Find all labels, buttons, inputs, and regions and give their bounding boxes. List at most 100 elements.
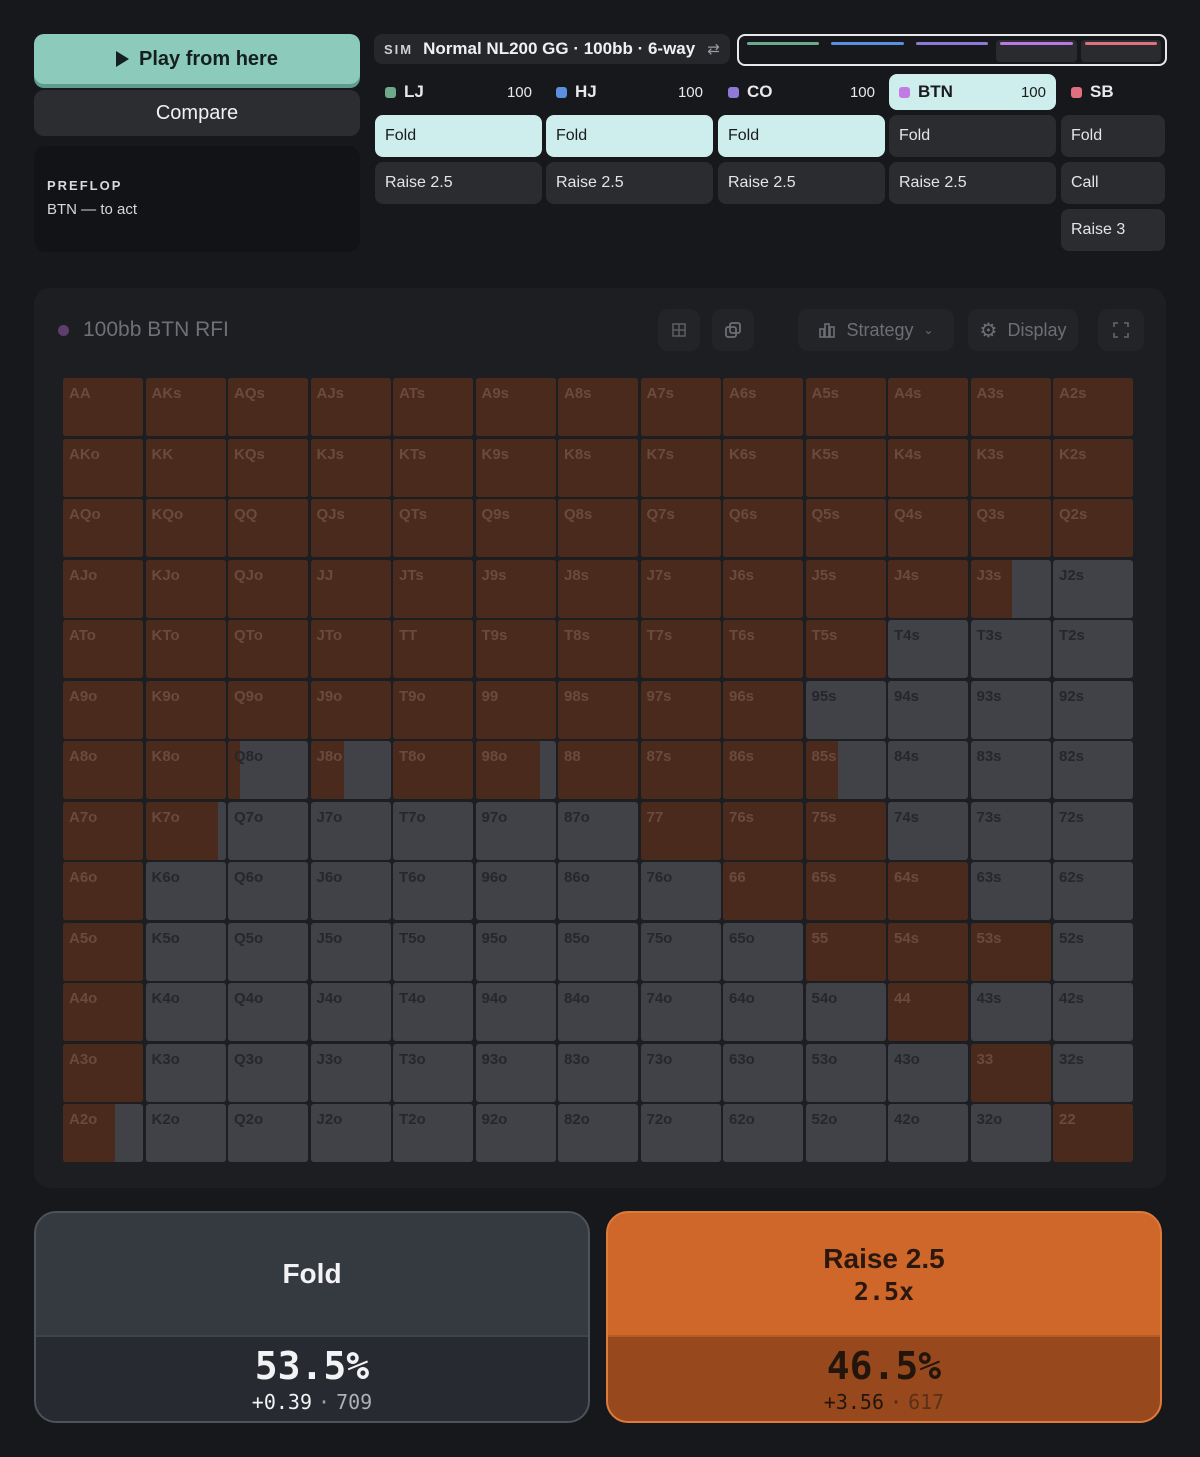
hand-cell[interactable]: T2o — [393, 1104, 473, 1162]
hand-cell[interactable]: JTo — [310, 620, 391, 678]
hand-cell[interactable]: 54s — [888, 922, 968, 981]
hand-cell[interactable]: 92o — [475, 1104, 556, 1162]
action-raise-2-5[interactable]: Raise 2.5 — [546, 162, 713, 204]
hand-cell[interactable]: JJ — [310, 559, 391, 618]
hand-cell[interactable]: AJo — [63, 559, 143, 618]
hand-cell[interactable]: A8s — [558, 378, 638, 436]
hand-cell[interactable]: 76s — [723, 801, 803, 860]
hand-cell[interactable]: T3o — [393, 1043, 473, 1102]
play-from-here-button[interactable]: Play from here — [34, 34, 360, 84]
hand-cell[interactable]: 74o — [640, 983, 721, 1041]
hand-cell[interactable]: K7o — [145, 801, 226, 860]
hand-cell[interactable]: K2o — [145, 1104, 226, 1162]
hand-cell[interactable]: A4o — [63, 983, 143, 1041]
hand-cell[interactable]: Q6s — [723, 499, 803, 557]
hand-cell[interactable]: 87o — [558, 801, 638, 860]
hand-cell[interactable]: T2s — [1053, 620, 1133, 678]
hand-cell[interactable]: Q5s — [805, 499, 886, 557]
hand-cell[interactable]: Q4s — [888, 499, 968, 557]
hand-cell[interactable]: KK — [145, 438, 226, 497]
hand-cell[interactable]: 94o — [475, 983, 556, 1041]
hand-cell[interactable]: 92s — [1053, 680, 1133, 739]
hand-cell[interactable]: Q7s — [640, 499, 721, 557]
hand-cell[interactable]: 83o — [558, 1043, 638, 1102]
hand-cell[interactable]: T8o — [393, 741, 473, 799]
hand-cell[interactable]: KJo — [145, 559, 226, 618]
hand-cell[interactable]: T6o — [393, 862, 473, 920]
hand-cell[interactable]: T9o — [393, 680, 473, 739]
position-header-lj[interactable]: LJ 100 — [375, 74, 542, 110]
hand-cell[interactable]: J2o — [310, 1104, 391, 1162]
hand-cell[interactable]: 62o — [723, 1104, 803, 1162]
hand-cell[interactable]: 44 — [888, 983, 968, 1041]
hand-cell[interactable]: JTs — [393, 559, 473, 618]
hand-cell[interactable]: 32o — [970, 1104, 1051, 1162]
hand-cell[interactable]: 93o — [475, 1043, 556, 1102]
hand-cell[interactable]: K4o — [145, 983, 226, 1041]
hand-cell[interactable]: Q3s — [970, 499, 1051, 557]
hand-cell[interactable]: A9o — [63, 680, 143, 739]
hand-cell[interactable]: ATs — [393, 378, 473, 436]
hand-cell[interactable]: J5o — [310, 922, 391, 981]
expand-button[interactable] — [1098, 309, 1144, 351]
hand-cell[interactable]: J4o — [310, 983, 391, 1041]
hand-cell[interactable]: 82o — [558, 1104, 638, 1162]
hand-cell[interactable]: 83s — [970, 741, 1051, 799]
hand-cell[interactable]: K3o — [145, 1043, 226, 1102]
hand-cell[interactable]: QJo — [228, 559, 308, 618]
hand-cell[interactable]: 94s — [888, 680, 968, 739]
hand-cell[interactable]: 66 — [723, 862, 803, 920]
hand-cell[interactable]: 95o — [475, 922, 556, 981]
action-raise-2-5[interactable]: Raise 2.5 — [889, 162, 1056, 204]
compare-button[interactable]: Compare — [34, 90, 360, 136]
hand-cell[interactable]: J7o — [310, 801, 391, 860]
copy-button[interactable] — [712, 309, 754, 351]
swap-icon[interactable]: ⇄ — [707, 40, 720, 58]
history-step-3[interactable] — [912, 40, 992, 62]
action-fold[interactable]: Fold — [1061, 115, 1165, 157]
hand-cell[interactable]: TT — [393, 620, 473, 678]
hand-cell[interactable]: AA — [63, 378, 143, 436]
hand-cell[interactable]: KTs — [393, 438, 473, 497]
hand-cell[interactable]: J2s — [1053, 559, 1133, 618]
hand-cell[interactable]: Q7o — [228, 801, 308, 860]
action-fold[interactable]: Fold — [889, 115, 1056, 157]
hand-cell[interactable]: 82s — [1053, 741, 1133, 799]
action-fold[interactable]: Fold — [375, 115, 542, 157]
hand-cell[interactable]: 87s — [640, 741, 721, 799]
hand-cell[interactable]: T7o — [393, 801, 473, 860]
hand-cell[interactable]: 42s — [1053, 983, 1133, 1041]
hand-cell[interactable]: 65o — [723, 922, 803, 981]
hand-cell[interactable]: A6o — [63, 862, 143, 920]
hand-cell[interactable]: 33 — [970, 1043, 1051, 1102]
fold-summary-card[interactable]: Fold 53.5% +0.39 · 709 — [34, 1211, 590, 1423]
hand-cell[interactable]: Q2o — [228, 1104, 308, 1162]
hand-cell[interactable]: 93s — [970, 680, 1051, 739]
hand-cell[interactable]: A5o — [63, 922, 143, 981]
hand-cell[interactable]: 77 — [640, 801, 721, 860]
hand-cell[interactable]: 62s — [1053, 862, 1133, 920]
position-header-co[interactable]: CO 100 — [718, 74, 885, 110]
history-step-5[interactable] — [1080, 40, 1162, 62]
position-header-sb[interactable]: SB — [1061, 74, 1165, 110]
hand-cell[interactable]: 53o — [805, 1043, 886, 1102]
hand-cell[interactable]: T6s — [723, 620, 803, 678]
hand-cell[interactable]: 54o — [805, 983, 886, 1041]
hand-cell[interactable]: 64s — [888, 862, 968, 920]
hand-cell[interactable]: Q4o — [228, 983, 308, 1041]
hand-cell[interactable]: K5o — [145, 922, 226, 981]
hand-cell[interactable]: A7s — [640, 378, 721, 436]
hand-cell[interactable]: 98o — [475, 741, 556, 799]
hand-cell[interactable]: K6s — [723, 438, 803, 497]
hand-cell[interactable]: A2s — [1053, 378, 1133, 436]
action-fold[interactable]: Fold — [718, 115, 885, 157]
hand-cell[interactable]: KTo — [145, 620, 226, 678]
raise-summary-card[interactable]: Raise 2.5 2.5x 46.5% +3.56 · 617 — [606, 1211, 1162, 1423]
action-call[interactable]: Call — [1061, 162, 1165, 204]
hand-cell[interactable]: A8o — [63, 741, 143, 799]
hand-cell[interactable]: J4s — [888, 559, 968, 618]
hand-cell[interactable]: J3o — [310, 1043, 391, 1102]
hand-cell[interactable]: 73o — [640, 1043, 721, 1102]
hand-cell[interactable]: J7s — [640, 559, 721, 618]
hand-cell[interactable]: 64o — [723, 983, 803, 1041]
